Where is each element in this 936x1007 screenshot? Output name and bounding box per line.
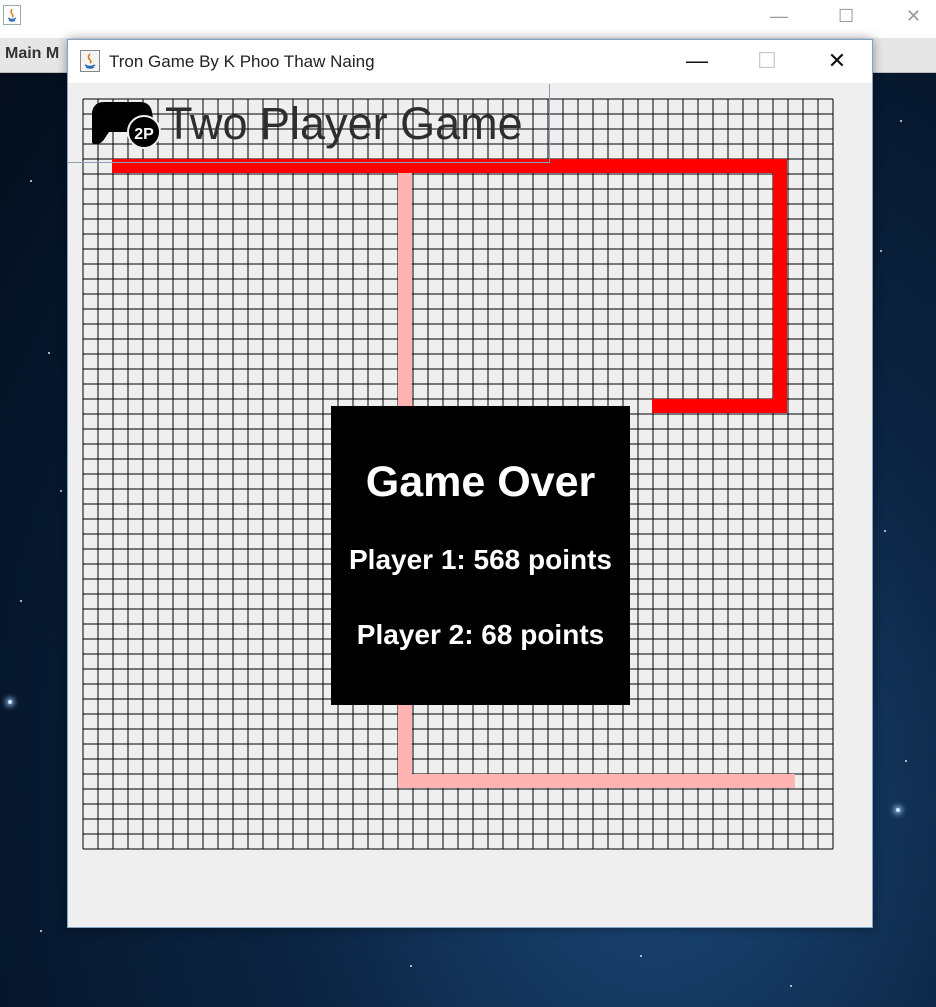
java-icon [3, 5, 21, 25]
game-mode-title: Two Player Game [165, 98, 523, 149]
player1-score: Player 1: 568 points [348, 544, 612, 575]
player2-score: Player 2: 68 points [356, 619, 605, 650]
player-count-badge: 2P [134, 126, 154, 143]
header-panel: 2P Two Player Game [68, 84, 550, 163]
background-close-button[interactable]: ✕ [906, 6, 921, 27]
background-menu-item[interactable]: Main M [5, 45, 59, 63]
game-over-title: Game Over [365, 458, 596, 506]
game-over-dialog: Game Over Player 1: 568 points Player 2:… [331, 406, 630, 705]
game-window: Tron Game By K Phoo Thaw Naing — ☐ ✕ 2P … [67, 39, 873, 928]
background-maximize-button[interactable]: ☐ [838, 6, 854, 27]
background-window-titlebar: — ☐ ✕ [0, 0, 936, 38]
gamepad-icon: 2P [92, 102, 161, 149]
background-minimize-button[interactable]: — [770, 6, 788, 27]
